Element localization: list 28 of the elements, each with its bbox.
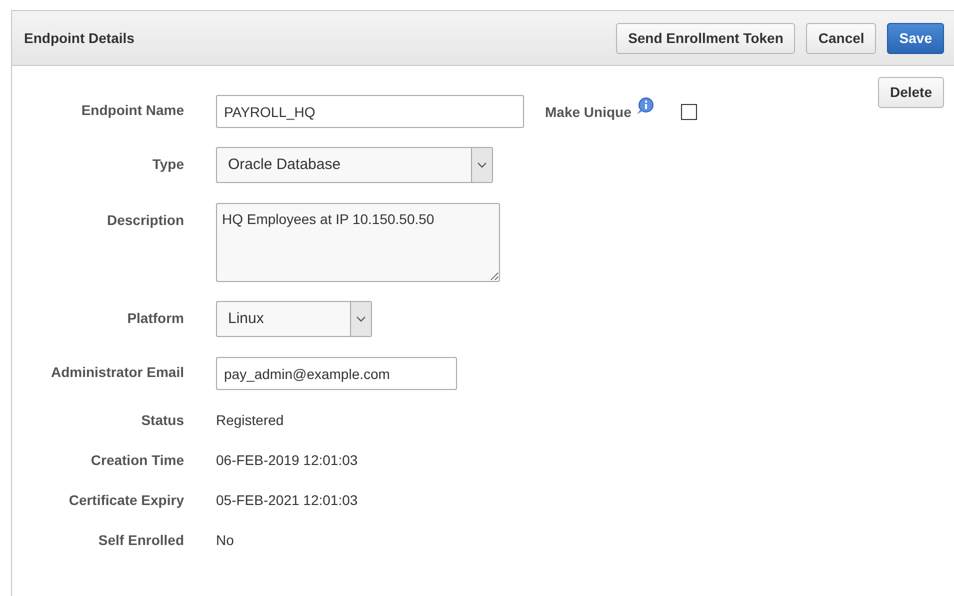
field-label: Administrator Email (50, 363, 184, 382)
field-label: Platform (126, 309, 184, 328)
caret-icon (477, 162, 487, 168)
field-value: No (216, 531, 234, 550)
field-label: Self Enrolled (97, 531, 184, 550)
text-field[interactable]: PAYROLL_HQ (216, 95, 524, 128)
field-label: Make Unique (545, 103, 632, 122)
field-value: Registered (216, 411, 284, 430)
field-value: 06-FEB-2019 12:01:03 (216, 451, 358, 470)
caret-icon (356, 316, 366, 322)
panel-title: Endpoint Details (24, 28, 134, 48)
field-label: Description (106, 211, 184, 230)
toolbar-button[interactable]: Cancel (806, 22, 876, 54)
toolbar-button[interactable]: Send Enrollment Token (616, 22, 796, 54)
field-value: 05-FEB-2021 12:01:03 (216, 491, 358, 510)
text-field[interactable]: pay_admin@example.com (216, 357, 457, 390)
field-label: Status (140, 411, 184, 430)
field-label: Type (151, 155, 184, 174)
info-icon[interactable] (635, 97, 656, 115)
field-label: Endpoint Name (80, 101, 184, 120)
field-label: Certificate Expiry (68, 491, 184, 510)
text-area[interactable]: HQ Employees at IP 10.150.50.50 (216, 203, 500, 282)
save-button[interactable]: Save (887, 22, 944, 54)
dropdown[interactable]: Linux (216, 301, 372, 337)
delete-button[interactable]: Delete (878, 77, 944, 108)
checkbox[interactable] (681, 104, 698, 120)
dropdown[interactable]: Oracle Database (216, 147, 493, 183)
field-label: Creation Time (90, 451, 184, 470)
